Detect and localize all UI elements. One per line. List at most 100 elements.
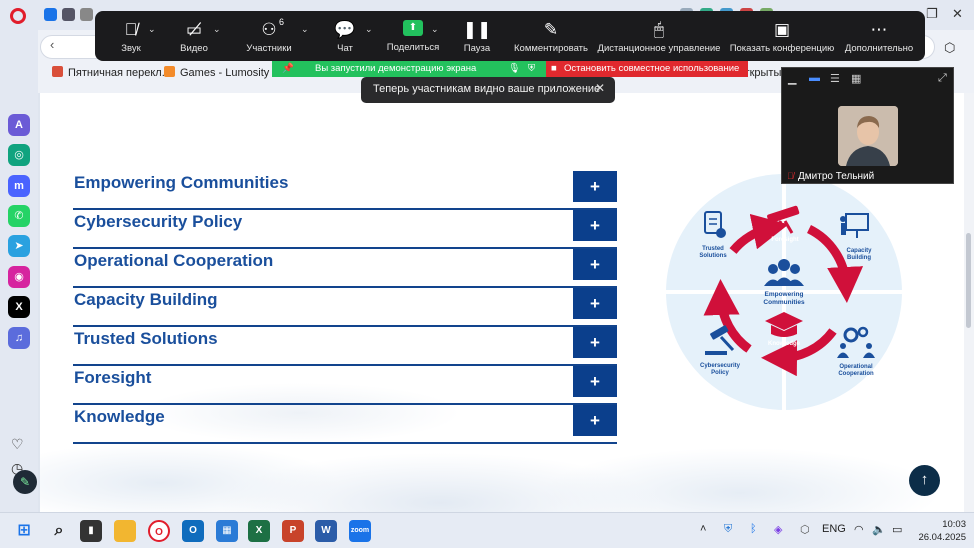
bookmark-favicon-icon [164,66,175,77]
extensions-icon[interactable]: ⬡ [944,40,955,56]
tab-globe-icon[interactable] [62,8,75,21]
telegram-icon[interactable]: ➤ [8,235,30,257]
center-label-line1: Empowering [764,291,803,298]
label-trusted-line2: Solutions [699,253,727,259]
accordion-item-empowering-communities[interactable]: Empowering Communities + [73,171,617,210]
video-button[interactable]: ▭̸ Видео [175,11,213,61]
mic-muted-small-icon[interactable]: 🎙 [508,63,520,74]
show-meeting-button[interactable]: ▣ Показать конференцию [729,11,835,61]
tray-app-icon[interactable]: ◈ [774,523,782,536]
label-policy-line2: Policy [711,370,729,376]
accordion-item-foresight[interactable]: Foresight + [73,366,617,405]
view-speaker-icon[interactable]: ▬ [809,72,820,84]
excel-icon[interactable]: X [248,520,270,542]
battery-icon[interactable]: ▭ [892,523,902,536]
restore-window-icon[interactable]: ❐ [926,6,938,22]
microsoft-store-icon[interactable]: ▦ [216,520,238,542]
share-notification-tooltip: Теперь участникам видно ваше приложение … [361,77,615,103]
expand-plus-button[interactable]: + [573,171,617,202]
participants-button[interactable]: ⚇ Участники [241,11,297,61]
outlook-icon[interactable]: O [182,520,204,542]
accordion-item-knowledge[interactable]: Knowledge + [73,405,617,444]
tooltip-text: Теперь участникам видно ваше приложение [373,83,601,95]
remote-control-button[interactable]: 🖱 Дистанционное управление [597,11,721,61]
center-label-line2: Communities [763,299,805,306]
participants-options-chevron-icon[interactable]: ⌄ [301,24,309,35]
accordion-item-cybersecurity-policy[interactable]: Cybersecurity Policy + [73,210,617,249]
bookmark-item[interactable]: Пятничная перекл... [52,66,171,79]
close-icon[interactable]: ✕ [595,81,605,95]
accordion-item-trusted-solutions[interactable]: Trusted Solutions + [73,327,617,366]
back-icon[interactable]: ‹ [50,37,54,52]
arc-label-foresight: Foresight [771,237,798,243]
video-off-icon: ▭̸ [185,20,203,39]
expand-plus-button[interactable]: + [573,405,617,436]
powerpoint-icon[interactable]: P [282,520,304,542]
expand-icon[interactable]: ⤢ [938,72,947,85]
favorites-heart-icon[interactable]: ♡ [11,436,24,453]
clock-date: 26.04.2025 [918,532,966,543]
bookmark-item[interactable]: Games - Lumosity [164,66,269,79]
clock-time: 10:03 [942,519,966,530]
security-shield-icon[interactable]: ⛨ [528,63,535,74]
tab-favicon-icon[interactable] [80,8,93,21]
minimize-icon[interactable]: ▁ [788,72,796,85]
video-options-chevron-icon[interactable]: ⌄ [213,24,221,35]
scroll-thumb[interactable] [966,233,971,328]
bluetooth-icon[interactable]: ᛒ [750,523,757,535]
expand-plus-button[interactable]: + [573,327,617,358]
scroll-to-top-button[interactable]: ↑ [909,465,940,496]
zoom-app-icon[interactable]: zoom [349,520,371,542]
pin-icon[interactable]: 📌 [282,63,294,74]
edit-pen-icon[interactable]: ✎ [13,470,37,494]
whatsapp-icon[interactable]: ✆ [8,205,30,227]
wifi-icon[interactable]: ◠ [854,523,864,536]
label-capacity-line1: Capacity [846,248,872,254]
task-view-icon[interactable]: ▮ [80,520,102,542]
accordion-label: Knowledge [74,407,165,426]
view-strip-icon[interactable]: ☰ [830,72,840,85]
arc-label-knowledge: Knowledge [768,341,801,347]
instagram-icon[interactable]: ◉ [8,266,30,288]
chat-button[interactable]: 💬 Чат [329,11,361,61]
share-screen-button[interactable]: ⬆ Поделиться [385,11,441,61]
accordion-item-capacity-building[interactable]: Capacity Building + [73,288,617,327]
expand-plus-button[interactable]: + [573,249,617,280]
tab-zoom-icon[interactable] [44,8,57,21]
tray-overflow-chevron-icon[interactable]: ˄ [700,523,706,535]
expand-plus-button[interactable]: + [573,366,617,397]
chatgpt-icon[interactable]: ◎ [8,144,30,166]
chat-options-chevron-icon[interactable]: ⌄ [365,24,373,35]
file-explorer-icon[interactable] [114,520,136,542]
expand-plus-button[interactable]: + [573,288,617,319]
audio-options-chevron-icon[interactable]: ⌄ [148,24,156,35]
messenger-icon[interactable]: m [8,175,30,197]
search-icon[interactable]: ⌕ [48,520,70,542]
expand-plus-button[interactable]: + [573,210,617,241]
opera-browser-icon[interactable]: O [148,520,170,542]
aria-icon[interactable]: A [8,114,30,136]
close-window-icon[interactable]: ✕ [952,6,963,22]
share-options-chevron-icon[interactable]: ⌄ [431,24,439,35]
tray-app-icon[interactable]: ⬡ [800,523,810,536]
audio-button[interactable]: 🎙̸ Звук [113,11,149,61]
accordion-item-operational-cooperation[interactable]: Operational Cooperation + [73,249,617,288]
music-player-icon[interactable]: ♫ [8,327,30,349]
more-dots-icon: ⋯ [870,20,888,39]
input-language[interactable]: ENG [822,523,846,535]
tray-app-icon[interactable]: ⛨ [724,523,732,536]
system-clock[interactable]: 10:03 26.04.2025 [916,518,966,544]
page-scrollbar[interactable] [964,93,974,512]
x-icon[interactable]: X [8,296,30,318]
word-icon[interactable]: W [315,520,337,542]
start-windows-icon[interactable]: ⊞ [13,520,35,542]
more-button[interactable]: ⋯ Дополнительно [843,11,915,61]
annotate-button[interactable]: ✎ Комментировать [513,11,589,61]
stop-sharing-button[interactable]: ■ Остановить совместное использование [546,61,748,77]
pause-share-button[interactable]: ❚❚ Пауза [461,11,493,61]
view-gallery-icon[interactable]: ▦ [851,72,861,85]
volume-icon[interactable]: 🔈 [872,523,886,536]
opera-logo-icon[interactable] [10,8,26,24]
accordion-label: Cybersecurity Policy [74,212,243,231]
participants-icon: ⚇ [261,20,277,39]
